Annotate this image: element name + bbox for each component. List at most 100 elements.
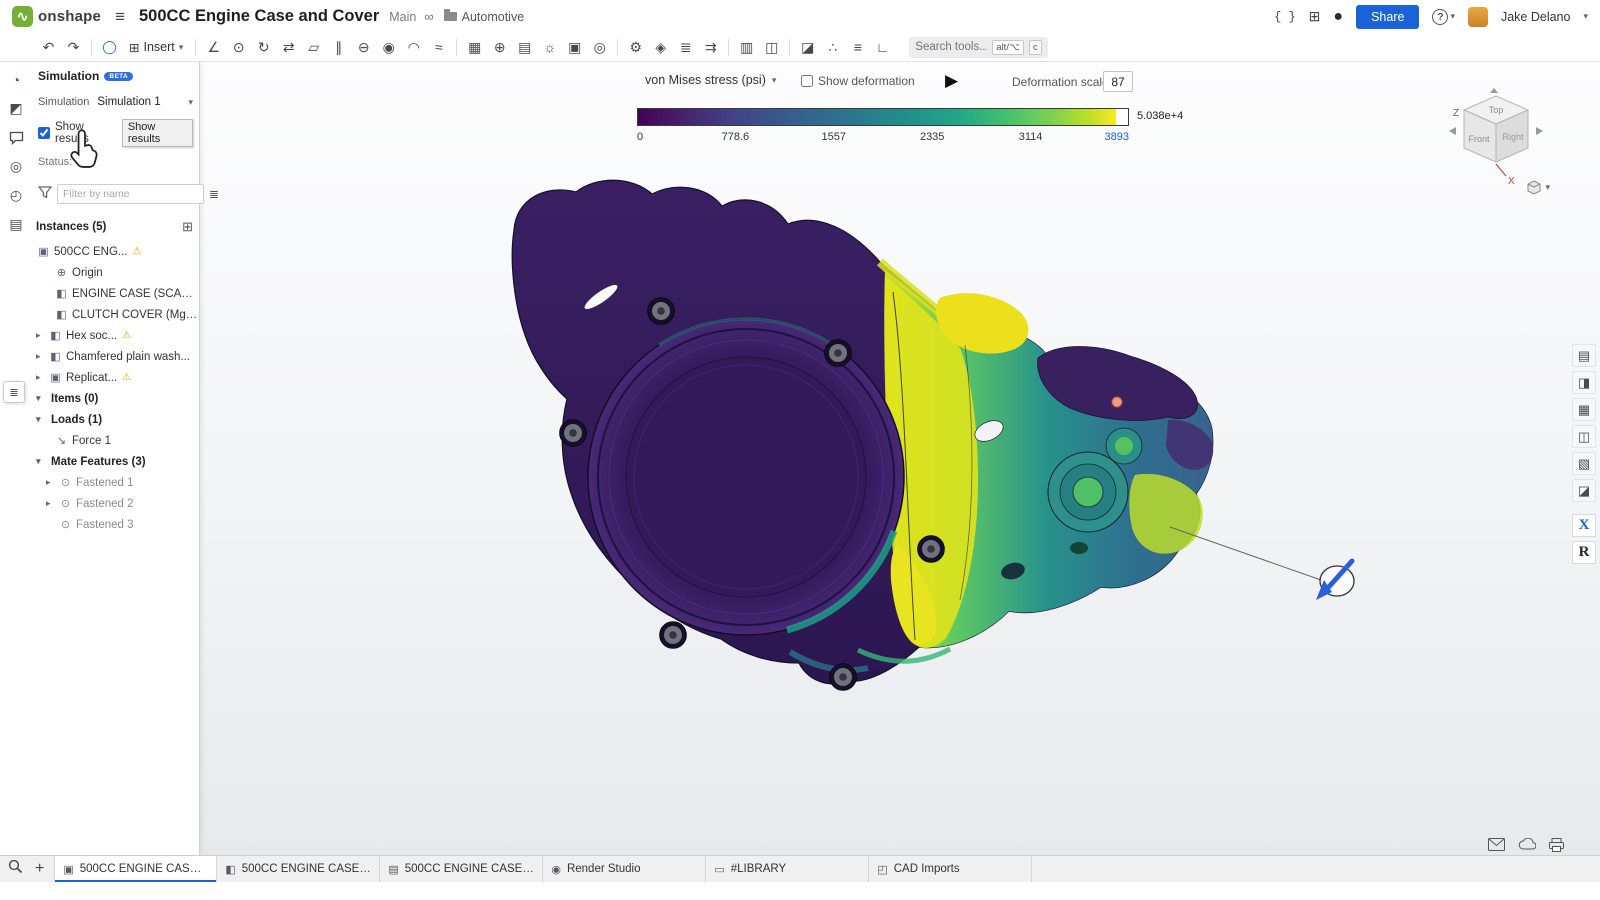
mate-connector-icon[interactable]: ⊕ [487,36,512,58]
deformation-scale-input[interactable] [1103,71,1133,92]
loads-section-header[interactable]: ▾ Loads (1) [32,409,199,430]
exploded-view-icon[interactable]: ∴ [820,36,845,58]
tab-library[interactable]: ▭ #LIBRARY [706,856,869,882]
simulation-select[interactable]: Simulation 1 ▾ [97,96,193,108]
items-section-header[interactable]: ▾ Items (0) [32,388,199,409]
tangent-mate-icon[interactable]: ◠ [401,36,426,58]
redo-icon[interactable]: ↷ [61,36,86,58]
user-avatar[interactable] [1468,7,1488,27]
follow-mode-icon[interactable]: ◎ [5,156,27,177]
featurescript-icon[interactable]: { } [1274,10,1296,24]
tree-item-clutch-cover[interactable]: ◧ CLUTCH COVER (Mg) ... [32,304,199,325]
engine-case-model[interactable] [200,62,1600,855]
chevron-right-icon[interactable]: ▸ [36,351,48,362]
rack-pinion-icon[interactable]: ≣ [673,36,698,58]
user-name[interactable]: Jake Delano [1501,10,1571,24]
section-view-icon[interactable]: ◪ [795,36,820,58]
add-to-folder-icon[interactable]: ⊞ [182,219,193,235]
custom-tables-panel-icon[interactable]: ▧ [1572,452,1596,475]
send-feedback-icon[interactable] [1488,838,1505,851]
hamburger-menu-icon[interactable]: ≡ [115,7,125,27]
replicate-icon[interactable]: ▣ [562,36,587,58]
tree-item-fastened-2[interactable]: ▸ ⊙ Fastened 2 [32,493,199,514]
slider-mate-icon[interactable]: ⇄ [276,36,301,58]
gear-relation-icon[interactable]: ⚙ [623,36,648,58]
onshape-logo-icon[interactable]: ∿ [12,6,33,27]
tab-assembly[interactable]: ▣ 500CC ENGINE CASE ... [54,856,217,882]
insert-button[interactable]: ⊞ Insert ▾ [122,37,190,58]
chevron-right-icon[interactable]: ▸ [36,372,48,383]
tree-item-fastened-3[interactable]: ⊙ Fastened 3 [32,514,199,535]
section-panel-icon[interactable]: ◪ [1572,479,1596,502]
linear-pattern-icon[interactable]: ▤ [512,36,537,58]
mate-features-section-header[interactable]: ▾ Mate Features (3) [32,451,199,472]
tree-item-chamfered-washer[interactable]: ▸ ◧ Chamfered plain wash... [32,346,199,367]
filter-input[interactable] [57,184,204,204]
search-tabs-icon[interactable] [8,859,23,879]
chevron-right-icon[interactable]: ▸ [46,498,58,509]
structure-view-icon[interactable]: ◫ [759,36,784,58]
comments-panel-icon[interactable] [5,127,27,148]
3d-viewport[interactable]: von Mises stress (psi) ▾ Show deformatio… [200,62,1600,855]
history-panel-icon[interactable]: ◴ [5,185,27,206]
named-positions-icon[interactable]: ≡ [845,36,870,58]
tree-item-engine-case[interactable]: ◧ ENGINE CASE (SCAN)... [32,283,199,304]
bom-panel-icon[interactable]: ◫ [1572,425,1596,448]
transfer-icon[interactable]: ⇉ [698,36,723,58]
search-tools-input[interactable] [915,41,987,53]
tree-item-hex-socket[interactable]: ▸ ◧ Hex soc... ⚠ [32,325,199,346]
search-tools[interactable]: alt/⌥ c [909,37,1047,58]
show-results-checkbox[interactable] [38,127,50,139]
ball-mate-icon[interactable]: ◉ [376,36,401,58]
notes-panel-icon[interactable]: ▤ [5,214,27,235]
manage-instances-icon[interactable]: ◎ [587,36,612,58]
print-icon[interactable] [1549,838,1564,852]
tree-item-replicate[interactable]: ▸ ▣ Replicat... ⚠ [32,367,199,388]
tree-options-handle-button[interactable]: ≣ [3,381,25,403]
list-view-icon[interactable]: ≣ [209,187,219,201]
mate-icon[interactable]: ∠ [201,36,226,58]
planar-mate-icon[interactable]: ▱ [301,36,326,58]
project-name[interactable]: Automotive [462,10,525,24]
chevron-down-icon[interactable]: ▾ [36,456,48,467]
workspace-name[interactable]: Main [389,10,416,24]
tab-part-studio[interactable]: ◧ 500CC ENGINE CASE ... [217,856,380,882]
tab-render-studio[interactable]: ◉ Render Studio [543,856,706,882]
configurations-panel-icon[interactable]: ▦ [1572,398,1596,421]
new-tab-button[interactable]: + [35,860,44,878]
learning-center-icon[interactable]: ● [1333,8,1343,26]
snap-mode-icon[interactable]: ◯ [97,36,122,58]
simulation-panel-icon[interactable]: ◔ [5,69,27,90]
tree-item-root-assembly[interactable]: ▣ 500CC ENG... ⚠ [32,241,199,262]
tree-item-fastened-1[interactable]: ▸ ⊙ Fastened 1 [32,472,199,493]
bom-table-icon[interactable]: ▥ [734,36,759,58]
structure-panel-icon[interactable]: ▤ [1572,344,1596,367]
force-arrow-annotation[interactable] [1170,527,1354,600]
x-integration-icon[interactable]: X [1572,514,1596,537]
cloud-status-icon[interactable] [1518,838,1536,850]
r-integration-icon[interactable]: R [1572,541,1596,564]
chevron-right-icon[interactable]: ▸ [46,477,58,488]
chevron-right-icon[interactable]: ▸ [36,330,48,341]
show-deformation-checkbox-row[interactable]: Show deformation [801,74,915,88]
user-menu-chevron-icon[interactable]: ▾ [1583,11,1588,22]
colorbar-max-editable[interactable]: 3893 [1105,131,1129,143]
fastened-mate-icon[interactable]: ⊙ [226,36,251,58]
pin-slot-mate-icon[interactable]: ⊖ [351,36,376,58]
chevron-down-icon[interactable]: ▾ [36,393,48,404]
share-button[interactable]: Share [1356,5,1419,29]
tree-item-origin[interactable]: ⊕ Origin [32,262,199,283]
show-deformation-checkbox[interactable] [801,75,813,87]
parallel-relation-icon[interactable]: ≈ [426,36,451,58]
tree-item-force[interactable]: ↘ Force 1 [32,430,199,451]
appearance-editor-panel-icon[interactable]: ◨ [1572,371,1596,394]
app-store-icon[interactable]: ⊞ [1309,8,1321,25]
help-menu[interactable]: ? ▾ [1432,9,1455,25]
tab-drawing[interactable]: ▤ 500CC ENGINE CASE ... [380,856,543,882]
measure-icon[interactable]: ∟ [870,36,895,58]
appearance-panel-icon[interactable]: ◩ [5,98,27,119]
result-type-dropdown[interactable]: von Mises stress (psi) ▾ [645,73,776,87]
chevron-down-icon[interactable]: ▾ [36,414,48,425]
circular-pattern-icon[interactable]: ☼ [537,36,562,58]
undo-icon[interactable]: ↶ [36,36,61,58]
